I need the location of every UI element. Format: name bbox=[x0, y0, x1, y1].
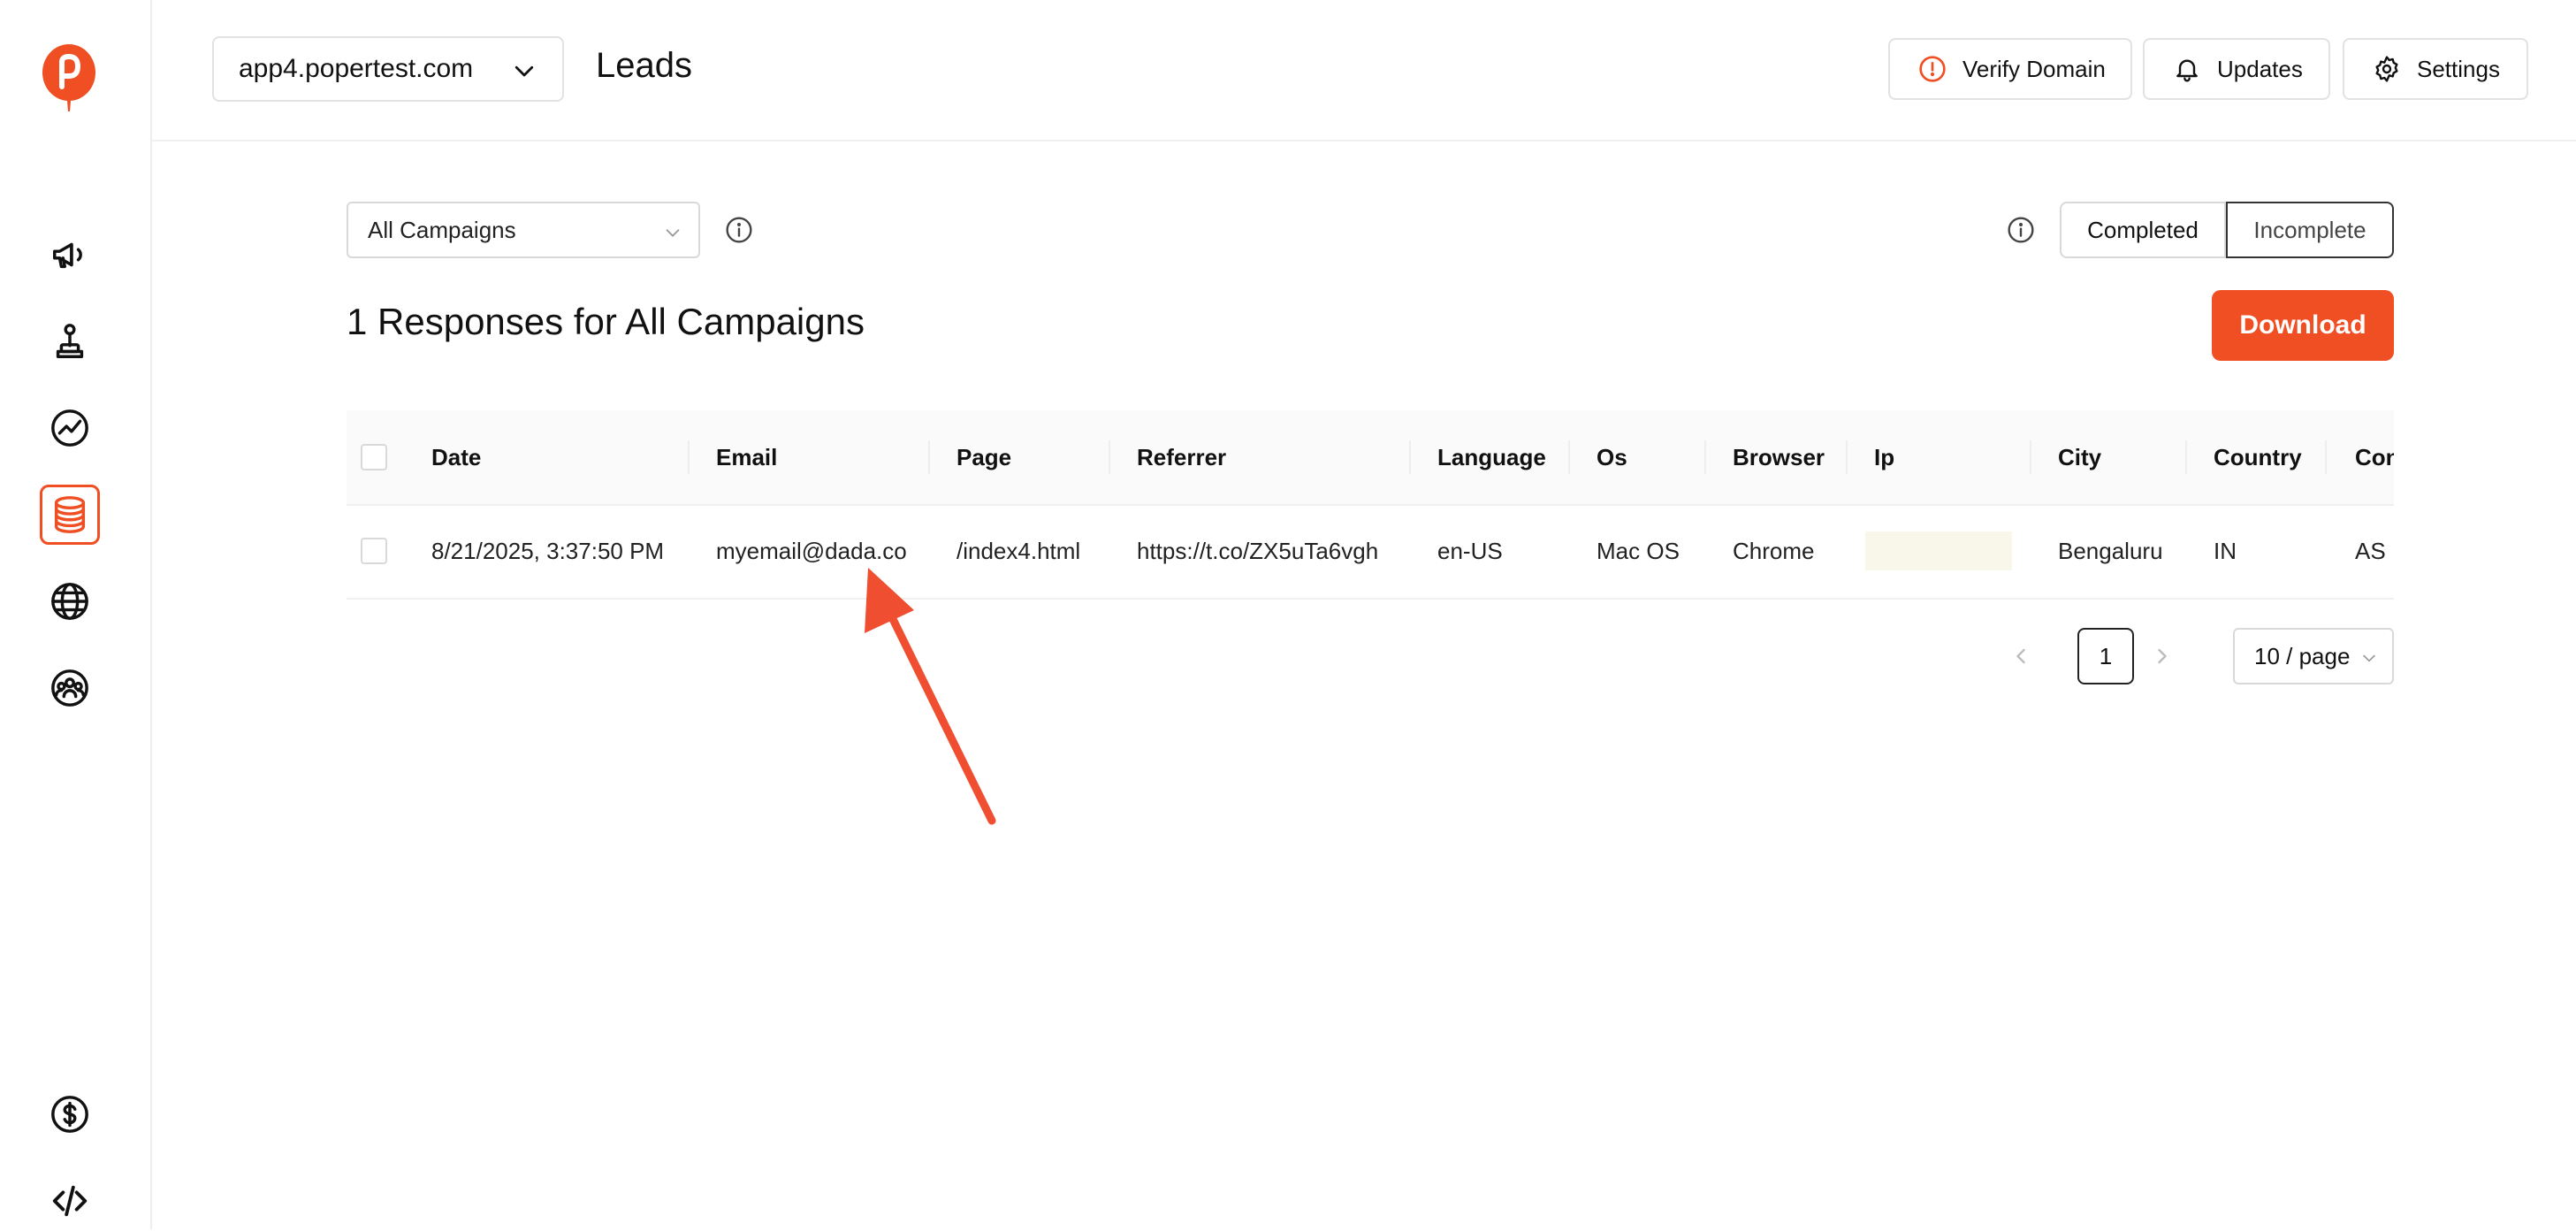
cell-country: IN bbox=[2214, 537, 2237, 564]
chevron-down-icon bbox=[666, 229, 680, 237]
cell-language: en-US bbox=[1437, 537, 1503, 564]
cell-referrer: https://t.co/ZX5uTa6vgh bbox=[1137, 537, 1379, 564]
verify-domain-button[interactable]: Verify Domain bbox=[1888, 38, 2132, 100]
page-size-value: 10 / page bbox=[2254, 642, 2351, 669]
download-button[interactable]: Download bbox=[2212, 290, 2394, 361]
column-divider bbox=[1568, 440, 1570, 474]
row-checkbox[interactable] bbox=[361, 538, 387, 564]
column-divider bbox=[2325, 440, 2327, 474]
column-divider bbox=[688, 440, 690, 474]
campaign-select-value: All Campaigns bbox=[368, 216, 516, 243]
page-number[interactable]: 1 bbox=[2077, 628, 2134, 684]
pagination: 1 10 / page bbox=[347, 628, 2394, 684]
completed-tab[interactable]: Completed bbox=[2060, 202, 2226, 258]
cell-date: 8/21/2025, 3:37:50 PM bbox=[431, 537, 665, 564]
column-header-referrer[interactable]: Referrer bbox=[1137, 410, 1226, 504]
column-divider bbox=[2030, 440, 2031, 474]
column-divider bbox=[1846, 440, 1848, 474]
page-title: Leads bbox=[596, 46, 692, 85]
column-divider bbox=[2185, 440, 2187, 474]
column-divider bbox=[928, 440, 930, 474]
sidebar-item-analytics[interactable] bbox=[40, 398, 100, 458]
domain-select[interactable]: app4.popertest.com bbox=[212, 36, 564, 102]
select-all-checkbox[interactable] bbox=[361, 444, 387, 470]
dollar-icon bbox=[51, 1096, 88, 1133]
megaphone-icon bbox=[53, 242, 82, 269]
column-header-country[interactable]: Country bbox=[2214, 410, 2302, 504]
cell-email: myemail@dada.co bbox=[716, 537, 907, 564]
cell-ip-redacted bbox=[1865, 531, 2012, 570]
sidebar-item-playground[interactable] bbox=[40, 311, 100, 371]
column-header-os[interactable]: Os bbox=[1597, 410, 1627, 504]
sidebar-item-team[interactable] bbox=[40, 658, 100, 718]
settings-label: Settings bbox=[2417, 55, 2500, 82]
table-header: Date Email Page Referrer Language Os Bro… bbox=[347, 410, 2394, 506]
updates-label: Updates bbox=[2217, 55, 2303, 82]
sidebar bbox=[0, 0, 152, 1229]
users-group-icon bbox=[51, 669, 88, 707]
globe-icon bbox=[51, 583, 88, 620]
sidebar-item-websites[interactable] bbox=[40, 571, 100, 631]
sidebar-item-campaigns[interactable] bbox=[40, 225, 100, 285]
joystick-icon bbox=[56, 324, 84, 358]
top-header: app4.popertest.com Leads Verify Domain U… bbox=[152, 0, 2576, 141]
updates-button[interactable]: Updates bbox=[2143, 38, 2330, 100]
column-header-continent[interactable]: Con bbox=[2355, 410, 2394, 504]
database-icon bbox=[54, 496, 86, 533]
chevron-down-icon bbox=[514, 65, 534, 77]
domain-select-value: app4.popertest.com bbox=[239, 54, 474, 83]
bell-icon bbox=[2176, 59, 2198, 82]
column-header-language[interactable]: Language bbox=[1437, 410, 1546, 504]
page-size-select[interactable]: 10 / page bbox=[2233, 628, 2394, 684]
column-header-city[interactable]: City bbox=[2058, 410, 2101, 504]
sidebar-item-embed-code[interactable] bbox=[40, 1171, 100, 1231]
annotation-arrow bbox=[865, 568, 996, 825]
gear-icon bbox=[2375, 56, 2398, 82]
column-header-browser[interactable]: Browser bbox=[1733, 410, 1825, 504]
column-divider bbox=[1704, 440, 1706, 474]
chevron-down-icon bbox=[2363, 654, 2375, 662]
verify-domain-label: Verify Domain bbox=[1962, 55, 2106, 82]
column-header-email[interactable]: Email bbox=[716, 410, 777, 504]
cell-continent: AS bbox=[2355, 537, 2386, 564]
cell-page: /index4.html bbox=[956, 537, 1081, 564]
settings-button[interactable]: Settings bbox=[2343, 38, 2528, 100]
chevron-left-icon[interactable] bbox=[2008, 644, 2033, 669]
cell-os: Mac OS bbox=[1597, 537, 1680, 564]
table-row[interactable]: 8/21/2025, 3:37:50 PM myemail@dada.co /i… bbox=[347, 504, 2394, 600]
alert-circle-icon bbox=[1919, 56, 1946, 82]
cell-browser: Chrome bbox=[1733, 537, 1815, 564]
leads-table: Date Email Page Referrer Language Os Bro… bbox=[347, 410, 2394, 600]
popupsmart-logo[interactable] bbox=[41, 42, 97, 117]
campaign-select[interactable]: All Campaigns bbox=[347, 202, 700, 258]
responses-title: 1 Responses for All Campaigns bbox=[347, 301, 865, 342]
cell-city: Bengaluru bbox=[2058, 537, 2163, 564]
info-icon[interactable] bbox=[725, 216, 753, 244]
sidebar-item-billing[interactable] bbox=[40, 1084, 100, 1144]
info-icon[interactable] bbox=[2007, 216, 2035, 244]
column-header-date[interactable]: Date bbox=[431, 410, 481, 504]
column-header-page[interactable]: Page bbox=[956, 410, 1011, 504]
sidebar-item-leads[interactable] bbox=[40, 485, 100, 545]
incomplete-tab[interactable]: Incomplete bbox=[2226, 202, 2394, 258]
column-header-ip[interactable]: Ip bbox=[1874, 410, 1894, 504]
chevron-right-icon[interactable] bbox=[2150, 644, 2175, 669]
code-icon bbox=[52, 1185, 88, 1217]
column-divider bbox=[1409, 440, 1411, 474]
completion-toggle: Completed Incomplete bbox=[2060, 202, 2394, 258]
column-divider bbox=[1109, 440, 1110, 474]
trending-chart-icon bbox=[51, 409, 88, 447]
